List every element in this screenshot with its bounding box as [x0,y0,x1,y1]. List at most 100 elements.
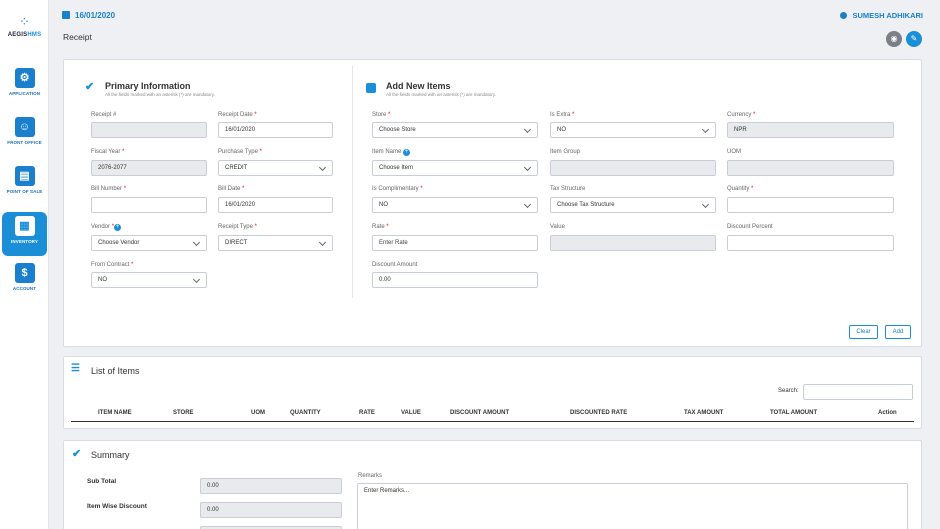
col-rate[interactable]: RATE [359,410,375,416]
uom-label: UOM [727,149,741,155]
item-wise-discount-label: Item Wise Discount [87,503,147,510]
check-icon: ✔ [72,448,82,460]
bill-number-label: Bill Number [91,186,123,192]
from-contract-label: From Contract [91,262,130,268]
add-button[interactable]: Add [885,325,911,339]
col-discounted-rate[interactable]: DISCOUNTED RATE [570,410,627,416]
sidebar-item-label: APPLICATION [8,91,41,96]
edit-icon[interactable]: ✎ [906,31,922,47]
primary-info-title: Primary Information [105,81,191,91]
item-name-label: Item Name [372,149,402,155]
discount-percent-label: Discount Percent [727,224,773,230]
receipt-type-label: Receipt Type [218,224,253,230]
col-store[interactable]: STORE [173,410,194,416]
sidebar-item-inventory[interactable]: ▦ INVENTORY [2,212,47,256]
table-header-divider [71,421,914,422]
value-label: Value [550,224,565,230]
col-tax-amount[interactable]: TAX AMOUNT [684,410,723,416]
summary-title: Summary [91,450,130,460]
fiscal-year-field[interactable]: 2076-2077 [91,160,207,176]
col-total-amount[interactable]: TOTAL AMOUNT [770,410,817,416]
value-field[interactable] [550,235,716,251]
discount-amount-label: Discount Amount [372,262,418,268]
sidebar-item-point-of-sale[interactable]: ▤ POINT OF SALE [0,166,49,210]
logo-icon: ⁘ [19,14,30,29]
is-complimentary-select[interactable]: NO [372,197,538,213]
user-menu[interactable]: SUMESH ADHIKARI [840,11,923,20]
receipt-no-field[interactable] [91,122,207,138]
rate-label: Rate [372,224,385,230]
col-uom[interactable]: UOM [251,410,265,416]
is-extra-select[interactable]: NO [550,122,716,138]
rate-field[interactable]: Enter Rate [372,235,538,251]
receipt-no-label: Receipt # [91,112,117,118]
store-label: Store [372,112,387,118]
app-logo[interactable]: ⁘ AEGISHMS [0,14,49,39]
receipt-date-field[interactable]: 16/01/2020 [218,122,333,138]
sidebar-item-account[interactable]: $ ACCOUNT [0,263,49,307]
list-icon: ☰ [71,363,80,374]
col-value[interactable]: VALUE [401,410,421,416]
tax-structure-label: Tax Structure [550,186,586,192]
from-contract-select[interactable]: NO [91,272,207,288]
currency-label: Currency [727,112,752,118]
receipt-date-label: Receipt Date [218,112,253,118]
pos-icon: ▤ [14,166,35,186]
col-item-name[interactable]: ITEM NAME [98,410,132,416]
calendar-icon [62,11,70,19]
inventory-icon: ▦ [14,216,35,236]
col-discount-amount[interactable]: DISCOUNT AMOUNT [450,410,509,416]
bill-number-field[interactable] [91,197,207,213]
currency-field[interactable]: NPR [727,122,894,138]
vendor-label: Vendor [91,224,111,230]
add-vendor-icon[interactable]: + [114,224,122,231]
sidebar-item-label: ACCOUNT [12,286,37,291]
sub-total-label: Sub Total [87,478,117,485]
is-extra-label: Is Extra [550,112,571,118]
page-title: Receipt [63,32,92,42]
quantity-label: Quantity [727,186,750,192]
add-items-subtitle: All the fields marked with an asterisk (… [386,92,496,97]
items-list-title: List of Items [91,366,140,376]
sidebar-item-front-office[interactable]: ☺ FRONT OFFICE [0,117,49,161]
col-action[interactable]: Action [878,410,897,416]
briefcase-icon [366,83,376,93]
tax-structure-select[interactable]: Choose Tax Structure [550,197,716,213]
logo-text-a: AEGIS [7,32,28,38]
store-select[interactable]: Choose Store [372,122,538,138]
bill-date-label: Bill Date [218,186,241,192]
sidebar-item-label: FRONT OFFICE [7,140,42,145]
sub-total-field[interactable]: 0.00 [200,478,342,494]
discount-percent-field[interactable] [727,235,894,251]
dollar-icon: $ [14,263,35,283]
item-wise-discount-field[interactable]: 0.00 [200,502,342,518]
item-group-field[interactable] [550,160,716,176]
purchase-type-label: Purchase Type [218,149,258,155]
vendor-select[interactable]: Choose Vendor [91,235,207,251]
user-icon [840,12,848,19]
receipt-type-select[interactable]: DIRECT [218,235,333,251]
bill-date-field[interactable]: 16/01/2020 [218,197,333,213]
sidebar: ⁘ AEGISHMS ⚙ APPLICATION ☺ FRONT OFFICE … [0,0,49,529]
view-icon[interactable]: ◉ [886,31,902,47]
search-label: Search: [778,388,799,394]
remarks-textarea[interactable]: Enter Remarks... [357,483,908,529]
sidebar-item-label: POINT OF SALE [6,189,43,194]
item-name-select[interactable]: Choose Item [372,160,538,176]
search-input[interactable] [803,384,913,400]
quantity-field[interactable] [727,197,894,213]
sidebar-item-application[interactable]: ⚙ APPLICATION [0,68,49,112]
add-items-title: Add New Items [386,81,451,91]
section-divider [352,66,353,298]
logo-text-b: HMS [27,32,42,38]
current-date: 16/01/2020 [62,11,115,20]
uom-field[interactable] [727,160,894,176]
topbar: 16/01/2020 SUMESH ADHIKARI [49,0,940,30]
col-quantity[interactable]: QUANTITY [290,410,321,416]
discount-amount-field[interactable]: 0.00 [372,272,538,288]
fiscal-year-label: Fiscal Year [91,149,121,155]
clear-button[interactable]: Clear [849,325,878,339]
remarks-label: Remarks [358,473,383,479]
purchase-type-select[interactable]: CREDIT [218,160,333,176]
add-item-icon[interactable]: + [403,149,411,156]
